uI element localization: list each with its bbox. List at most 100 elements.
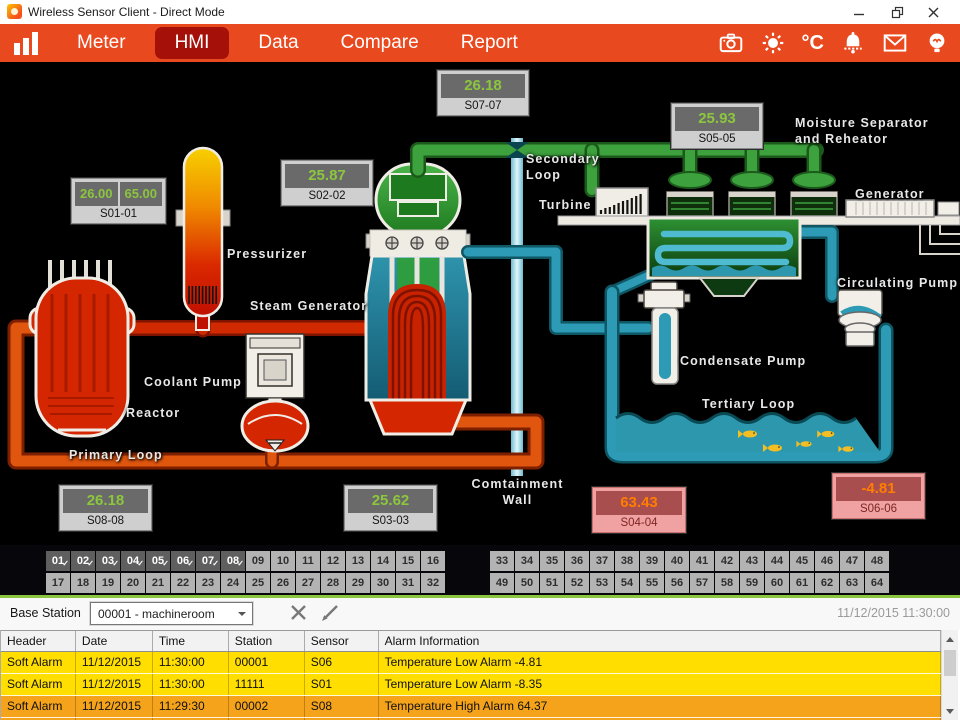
sensor-cell-08[interactable]: 08✓: [221, 551, 245, 571]
bulb-icon[interactable]: [924, 30, 950, 56]
scroll-down-button[interactable]: [942, 704, 958, 719]
sensor-cell-10[interactable]: 10: [271, 551, 295, 571]
camera-icon[interactable]: [718, 30, 744, 56]
label-turbine: Turbine: [539, 197, 592, 213]
nav-item-meter[interactable]: Meter: [64, 27, 139, 59]
sensor-cell-61[interactable]: 61: [790, 573, 814, 593]
sensor-cell-01[interactable]: 01✓: [46, 551, 70, 571]
sensor-cell-13[interactable]: 13: [346, 551, 370, 571]
sensor-cell-40[interactable]: 40: [665, 551, 689, 571]
sensor-cell-29[interactable]: 29: [346, 573, 370, 593]
column-header-station[interactable]: Station: [229, 631, 305, 651]
sensor-cell-12[interactable]: 12: [321, 551, 345, 571]
sensor-cell-58[interactable]: 58: [715, 573, 739, 593]
scroll-up-button[interactable]: [942, 631, 958, 646]
sensor-cell-09[interactable]: 09: [246, 551, 270, 571]
sensor-cell-49[interactable]: 49: [490, 573, 514, 593]
sensor-cell-05[interactable]: 05✓: [146, 551, 170, 571]
sensor-cell-20[interactable]: 20: [121, 573, 145, 593]
nav-item-hmi[interactable]: HMI: [155, 27, 230, 59]
column-header-header[interactable]: Header: [1, 631, 76, 651]
sensor-cell-42[interactable]: 42: [715, 551, 739, 571]
sensor-cell-54[interactable]: 54: [615, 573, 639, 593]
sensor-value: 25.93: [675, 107, 759, 131]
sensor-cell-48[interactable]: 48: [865, 551, 889, 571]
sensor-cell-07[interactable]: 07✓: [196, 551, 220, 571]
mail-icon[interactable]: [882, 30, 908, 56]
sensor-cell-56[interactable]: 56: [665, 573, 689, 593]
sensor-cell-43[interactable]: 43: [740, 551, 764, 571]
sensor-cell-47[interactable]: 47: [840, 551, 864, 571]
sensor-cell-37[interactable]: 37: [590, 551, 614, 571]
sensor-cell-39[interactable]: 39: [640, 551, 664, 571]
sensor-cell-16[interactable]: 16: [421, 551, 445, 571]
alarm-bell-icon[interactable]: [840, 30, 866, 56]
sensor-cell-34[interactable]: 34: [515, 551, 539, 571]
nav-item-data[interactable]: Data: [245, 27, 311, 59]
sensor-cell-44[interactable]: 44: [765, 551, 789, 571]
sensor-cell-14[interactable]: 14: [371, 551, 395, 571]
column-header-alarm-information[interactable]: Alarm Information: [379, 631, 941, 651]
sensor-cell-04[interactable]: 04✓: [121, 551, 145, 571]
sensor-cell-18[interactable]: 18: [71, 573, 95, 593]
sensor-cell-60[interactable]: 60: [765, 573, 789, 593]
brightness-icon[interactable]: [760, 30, 786, 56]
base-station-dropdown[interactable]: 00001 - machineroom: [90, 602, 253, 625]
sensor-cell-64[interactable]: 64: [865, 573, 889, 593]
sensor-cell-30[interactable]: 30: [371, 573, 395, 593]
sensor-cell-35[interactable]: 35: [540, 551, 564, 571]
sensor-cell-55[interactable]: 55: [640, 573, 664, 593]
sensor-cell-06[interactable]: 06✓: [171, 551, 195, 571]
alarm-row[interactable]: Soft Alarm11/12/201511:30:0011111S01Temp…: [1, 674, 941, 696]
nav-item-compare[interactable]: Compare: [328, 27, 432, 59]
table-scrollbar[interactable]: [941, 630, 958, 720]
sensor-cell-63[interactable]: 63: [840, 573, 864, 593]
sensor-cell-53[interactable]: 53: [590, 573, 614, 593]
sensor-cell-50[interactable]: 50: [515, 573, 539, 593]
column-header-date[interactable]: Date: [76, 631, 153, 651]
sensor-cell-23[interactable]: 23: [196, 573, 220, 593]
alarm-row[interactable]: Soft Alarm11/12/201511:29:3000002S08Temp…: [1, 696, 941, 718]
sensor-cell-41[interactable]: 41: [690, 551, 714, 571]
sensor-cell-22[interactable]: 22: [171, 573, 195, 593]
celsius-icon[interactable]: °C: [802, 31, 824, 55]
label-steam-generator: Steam Generator: [250, 298, 367, 314]
sensor-cell-57[interactable]: 57: [690, 573, 714, 593]
sensor-cell-03[interactable]: 03✓: [96, 551, 120, 571]
sensor-cell-31[interactable]: 31: [396, 573, 420, 593]
sensor-cell-11[interactable]: 11: [296, 551, 320, 571]
scrollbar-thumb[interactable]: [944, 650, 956, 676]
minimize-button[interactable]: [842, 0, 876, 24]
sensor-id: S08-08: [60, 513, 151, 530]
pressurizer-vessel: [176, 148, 230, 330]
sensor-cell-02[interactable]: 02✓: [71, 551, 95, 571]
sensor-cell-24[interactable]: 24: [221, 573, 245, 593]
sensor-cell-46[interactable]: 46: [815, 551, 839, 571]
sensor-cell-32[interactable]: 32: [421, 573, 445, 593]
sensor-cell-45[interactable]: 45: [790, 551, 814, 571]
sensor-cell-59[interactable]: 59: [740, 573, 764, 593]
sensor-cell-26[interactable]: 26: [271, 573, 295, 593]
sensor-cell-28[interactable]: 28: [321, 573, 345, 593]
sensor-cell-36[interactable]: 36: [565, 551, 589, 571]
sensor-cell-27[interactable]: 27: [296, 573, 320, 593]
maximize-button[interactable]: [880, 0, 914, 24]
delete-button[interactable]: [287, 601, 311, 625]
column-header-sensor[interactable]: Sensor: [305, 631, 379, 651]
sensor-cell-19[interactable]: 19: [96, 573, 120, 593]
sensor-cell-21[interactable]: 21: [146, 573, 170, 593]
sensor-cell-25[interactable]: 25: [246, 573, 270, 593]
sensor-cell-15[interactable]: 15: [396, 551, 420, 571]
sensor-cell-52[interactable]: 52: [565, 573, 589, 593]
sensor-cell-51[interactable]: 51: [540, 573, 564, 593]
sensor-cell-38[interactable]: 38: [615, 551, 639, 571]
nav-item-report[interactable]: Report: [448, 27, 531, 59]
column-header-time[interactable]: Time: [153, 631, 229, 651]
sensor-cell-62[interactable]: 62: [815, 573, 839, 593]
sensor-cell-33[interactable]: 33: [490, 551, 514, 571]
edit-button[interactable]: [318, 601, 342, 625]
triangle-up-icon: [946, 633, 954, 642]
sensor-cell-17[interactable]: 17: [46, 573, 70, 593]
alarm-row[interactable]: Soft Alarm11/12/201511:30:0000001S06Temp…: [1, 652, 941, 674]
close-button[interactable]: [916, 0, 950, 24]
